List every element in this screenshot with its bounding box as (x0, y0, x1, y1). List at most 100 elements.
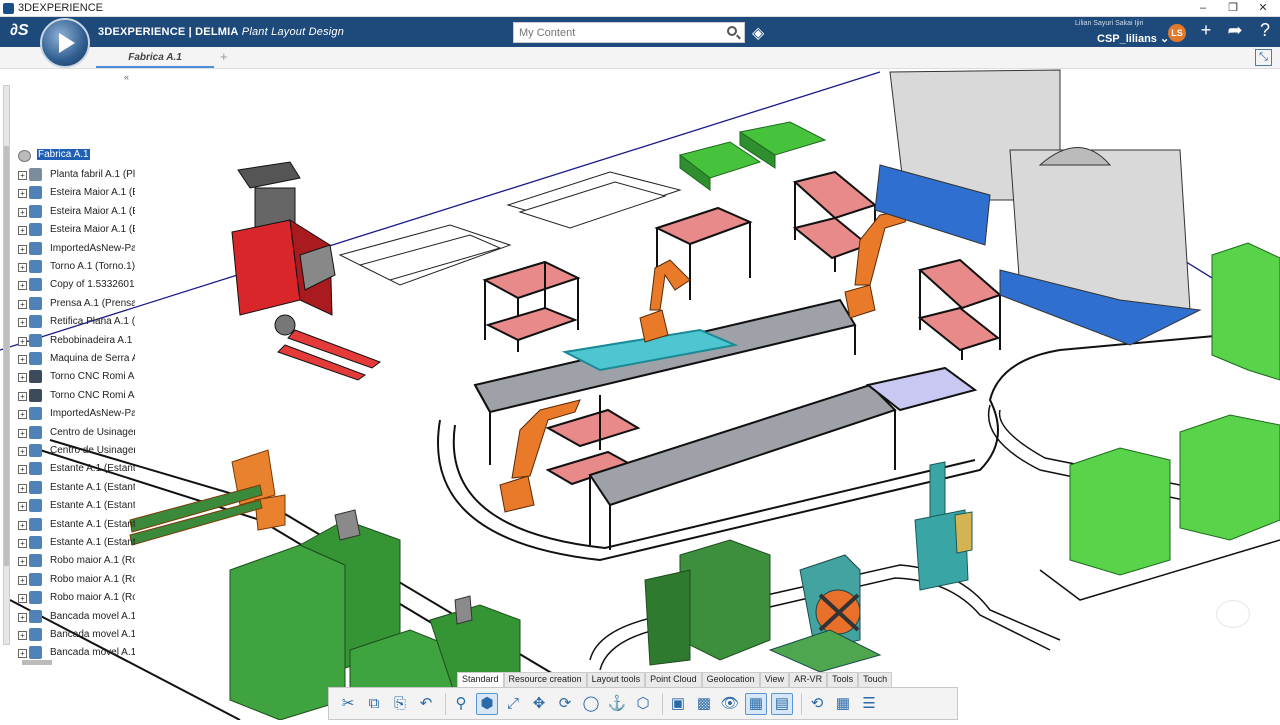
tree-node[interactable]: + Copy of 1.53326013 (14, 276, 135, 294)
tree-scrollbar-thumb[interactable] (4, 146, 9, 566)
action-bar-tab[interactable]: Resource creation (503, 672, 587, 687)
action-bar-tab[interactable]: View (759, 672, 790, 687)
fit-all-toolbar-icon[interactable]: ⤢ (502, 693, 524, 715)
search-icon[interactable] (727, 26, 737, 36)
expand-icon[interactable]: + (18, 318, 27, 328)
undo-icon[interactable]: ↶ (415, 693, 437, 715)
tree-node[interactable]: + Estante A.1 (Estante. (14, 479, 135, 497)
grid-icon[interactable]: ▦ (832, 693, 854, 715)
action-bar-tab[interactable]: AR-VR (789, 672, 828, 687)
restore-button[interactable]: ❐ (1218, 0, 1248, 17)
fit-all-icon[interactable]: ⤡ (1255, 49, 1272, 66)
robot-compass-icon[interactable] (1216, 600, 1250, 628)
search-input[interactable] (513, 22, 745, 43)
tree-node[interactable]: + Robo maior A.1 (Rob (14, 552, 135, 570)
ds-logo-icon[interactable]: ∂S (10, 22, 29, 40)
expand-icon[interactable]: + (18, 373, 27, 383)
render-style-icon[interactable]: ▣ (667, 693, 689, 715)
action-bar-tab[interactable]: Point Cloud (645, 672, 702, 687)
action-bar-tab[interactable]: Geolocation (701, 672, 760, 687)
capture-icon[interactable]: ▩ (693, 693, 715, 715)
tree-node[interactable]: + Retifica Plana A.1 (Re (14, 313, 135, 331)
tree-node[interactable]: + Estante A.1 (Estante. (14, 516, 135, 534)
expand-icon[interactable]: + (18, 520, 27, 530)
tree-node[interactable]: + Centro de Usinagem (14, 424, 135, 442)
expand-icon[interactable]: + (18, 189, 27, 199)
measure-icon[interactable]: ▤ (771, 692, 793, 715)
tree-scrollbar[interactable] (3, 85, 10, 645)
tree-node[interactable]: + Robo maior A.1 (Rob (14, 571, 135, 589)
zoom-icon[interactable]: ⚲ (450, 693, 472, 715)
tree-node[interactable]: + Torno A.1 (Torno.1) (14, 258, 135, 276)
cut-icon[interactable]: ✂ (337, 693, 359, 715)
hide-show-icon[interactable]: 👁 (719, 693, 741, 715)
help-icon[interactable]: ? (1253, 20, 1277, 41)
expand-icon[interactable]: + (18, 483, 27, 493)
tag-icon[interactable]: ◈ (752, 23, 764, 43)
tree-node[interactable]: + Rebobinadeira A.1 (R (14, 332, 135, 350)
tree-node[interactable]: + Esteira Maior A.1 (Es (14, 221, 135, 239)
tree-node[interactable]: + Estante A.1 (Estante (14, 534, 135, 552)
expand-icon[interactable]: + (18, 575, 27, 585)
expand-icon[interactable]: + (18, 539, 27, 548)
action-bar-tab[interactable]: Tools (827, 672, 859, 687)
update-icon[interactable]: ⟲ (806, 693, 828, 715)
rotate-icon[interactable]: ⟳ (554, 693, 576, 715)
tree-node[interactable]: + ImportedAsNew-Pall (14, 240, 135, 258)
expand-icon[interactable]: + (18, 244, 27, 254)
tree-node[interactable]: + Estante A.1 (Estante. (14, 497, 135, 515)
expand-icon[interactable]: + (18, 502, 27, 512)
tab-fabrica[interactable]: Fabrica A.1 (96, 47, 214, 68)
tree-node[interactable]: + Bancada movel A.1 (I (14, 626, 135, 644)
normal-view-icon[interactable]: ⚓ (606, 693, 628, 715)
action-bar-tab[interactable]: Touch (858, 672, 893, 687)
expand-icon[interactable]: + (18, 281, 27, 291)
iso-view-icon[interactable]: ⬡ (632, 693, 654, 715)
compass-button[interactable] (40, 18, 90, 68)
expand-icon[interactable]: + (18, 447, 27, 456)
expand-icon[interactable]: + (18, 391, 27, 401)
paste-icon[interactable]: ⎘ (389, 693, 411, 715)
section-icon[interactable]: ▦ (745, 692, 767, 715)
expand-icon[interactable]: + (18, 612, 27, 622)
tree-root[interactable]: Fabrica A.1 (18, 148, 139, 164)
expand-icon[interactable]: + (18, 336, 27, 346)
tree-node[interactable]: + Planta fabril A.1 (Plan (14, 166, 135, 184)
expand-icon[interactable]: + (18, 207, 27, 217)
add-tab-icon[interactable]: + (220, 49, 228, 64)
tree-toggle-icon[interactable]: ☰ (858, 693, 880, 715)
share-icon[interactable]: ➦ (1223, 20, 1247, 41)
expand-icon[interactable]: + (18, 428, 27, 438)
action-bar-tab[interactable]: Standard (457, 672, 504, 687)
expand-icon[interactable]: + (18, 649, 27, 659)
tree-node[interactable]: + Prensa A.1 (Prensa.1 (14, 295, 135, 313)
action-bar-tab[interactable]: Layout tools (586, 672, 646, 687)
expand-icon[interactable]: + (18, 263, 27, 272)
expand-icon[interactable]: + (18, 226, 27, 236)
collapse-tree-icon[interactable]: « (124, 72, 129, 82)
add-icon[interactable]: + (1194, 20, 1218, 41)
close-button[interactable]: ✕ (1248, 0, 1278, 17)
tree-horizontal-scrollbar[interactable] (22, 660, 52, 665)
tree-node[interactable]: + Centro de Usinagem (14, 442, 135, 460)
tree-node[interactable]: + Esteira Maior A.1 (Es (14, 203, 135, 221)
3d-viewport[interactable] (0, 69, 1280, 721)
minimize-button[interactable]: – (1188, 0, 1218, 17)
tree-node[interactable]: + Esteira Maior A.1 (Es (14, 184, 135, 202)
expand-icon[interactable]: + (18, 557, 27, 567)
zoom-area-icon[interactable]: ◯ (580, 693, 602, 715)
tree-node[interactable]: + Estante A.1 (Estante. (14, 460, 135, 478)
user-tenant-dropdown[interactable]: CSP_lilians ⌄ (1097, 32, 1169, 45)
tree-node[interactable]: + ImportedAsNew-Pall (14, 405, 135, 423)
tree-node[interactable]: + Robo maior A.1 (Rob (14, 589, 135, 607)
expand-icon[interactable]: + (18, 594, 27, 604)
expand-icon[interactable]: + (18, 299, 27, 309)
tree-node[interactable]: + Torno CNC Romi A.1 (14, 387, 135, 405)
expand-icon[interactable]: + (18, 631, 27, 640)
expand-icon[interactable]: + (18, 410, 27, 420)
tree-node[interactable]: + Torno CNC Romi A.1 (14, 368, 135, 386)
expand-icon[interactable]: + (18, 171, 27, 180)
expand-icon[interactable]: + (18, 355, 27, 364)
view-cube-icon[interactable]: ⬢ (476, 692, 498, 715)
avatar[interactable]: LS (1168, 24, 1186, 42)
